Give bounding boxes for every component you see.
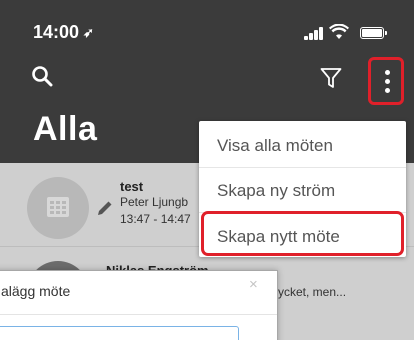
add-meeting-dialog: alägg möte × — [0, 270, 278, 340]
dialog-title: alägg möte — [1, 283, 71, 299]
status-bar: 14:00 ➶ — [0, 0, 414, 70]
options-menu: Visa alla möten Skapa ny ström Skapa nyt… — [199, 121, 406, 257]
phone-screen: 14:00 ➶ Alla test Peter Ljungb 13:47 - 1… — [0, 0, 414, 340]
menu-item-create-meeting[interactable]: Skapa nytt möte — [199, 211, 406, 258]
more-vertical-icon — [385, 70, 390, 75]
menu-item-create-stream[interactable]: Skapa ny ström — [199, 168, 406, 213]
item-time: 13:47 - 14:47 — [120, 212, 191, 226]
more-options-button[interactable] — [368, 57, 404, 105]
meeting-title-input[interactable] — [0, 326, 239, 340]
status-time: 14:00 ➶ — [33, 22, 94, 42]
wifi-icon — [329, 24, 349, 39]
pencil-icon — [98, 201, 112, 215]
item-title: test — [120, 179, 144, 194]
menu-item-show-all-meetings[interactable]: Visa alla möten — [199, 123, 406, 168]
filter-icon[interactable] — [320, 67, 342, 89]
signal-icon — [304, 26, 324, 40]
close-icon[interactable]: × — [249, 276, 258, 293]
page-title: Alla — [33, 110, 98, 148]
search-icon[interactable] — [31, 65, 53, 87]
battery-icon — [360, 27, 387, 39]
calendar-icon — [27, 177, 89, 239]
location-arrow-icon: ➶ — [83, 25, 94, 40]
dialog-divider — [0, 314, 277, 315]
item-subtitle: Peter Ljungb — [120, 195, 189, 209]
